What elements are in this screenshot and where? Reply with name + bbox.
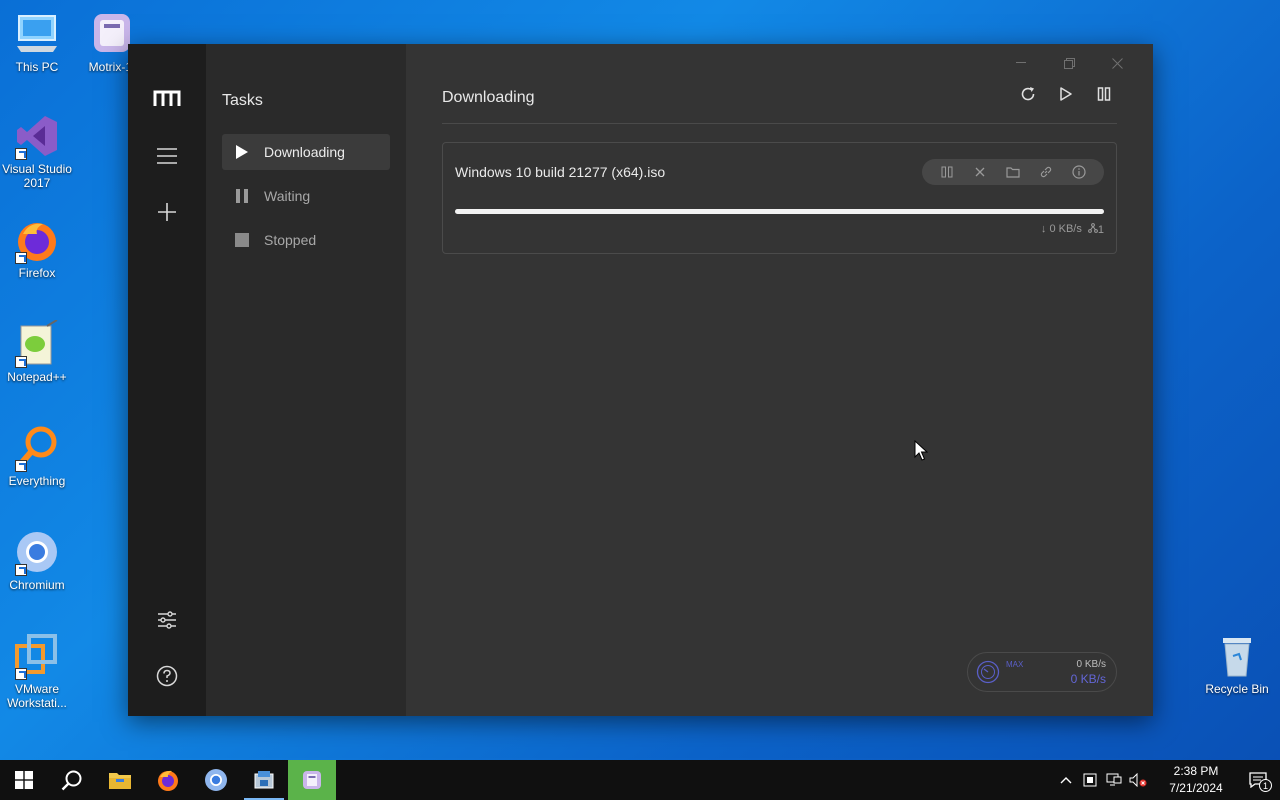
clock-time: 2:38 PM bbox=[1173, 764, 1219, 778]
folder-icon bbox=[109, 773, 131, 789]
add-task-icon[interactable] bbox=[152, 197, 182, 227]
desktop-icon-recycle-bin[interactable]: Recycle Bin bbox=[1197, 632, 1277, 696]
task-folder-icon[interactable] bbox=[1003, 162, 1023, 182]
mouse-cursor-icon bbox=[914, 439, 929, 467]
subnav-item-stopped[interactable]: Stopped bbox=[222, 222, 390, 258]
vmware-icon bbox=[13, 632, 61, 680]
taskbar-chromium[interactable] bbox=[192, 760, 240, 800]
notification-count: 1 bbox=[1259, 779, 1272, 792]
stop-icon bbox=[234, 232, 250, 248]
task-connections: 1 bbox=[1087, 223, 1104, 236]
pause-icon bbox=[234, 188, 250, 204]
everything-search-icon bbox=[13, 424, 61, 472]
network-icon[interactable] bbox=[1102, 760, 1126, 800]
taskbar-installer[interactable] bbox=[240, 760, 288, 800]
taskbar: 2:38 PM 7/21/2024 1 bbox=[0, 760, 1280, 800]
chromium-icon bbox=[13, 528, 61, 576]
firefox-icon bbox=[158, 770, 178, 791]
firefox-icon bbox=[13, 216, 61, 264]
preferences-icon[interactable] bbox=[152, 605, 182, 635]
speedometer-mode: MAX bbox=[1006, 660, 1024, 669]
tasks-subnav: Tasks Downloading Waiting Stopped bbox=[206, 44, 406, 716]
app-rail bbox=[128, 44, 206, 716]
system-tray: 2:38 PM 7/21/2024 1 bbox=[1054, 760, 1280, 800]
pause-all-icon[interactable] bbox=[1091, 81, 1117, 107]
desktop-icon-label: Visual Studio 2017 bbox=[2, 162, 72, 190]
chromium-icon bbox=[205, 769, 227, 791]
volume-muted-icon[interactable] bbox=[1126, 760, 1150, 800]
speedometer-gauge-icon bbox=[976, 660, 1000, 684]
menu-icon[interactable] bbox=[152, 141, 182, 171]
upload-speed: 0 KB/s bbox=[1076, 659, 1106, 670]
page-title: Downloading bbox=[442, 89, 535, 106]
header-actions bbox=[1015, 81, 1117, 107]
close-icon[interactable] bbox=[1093, 50, 1141, 76]
taskbar-clock[interactable]: 2:38 PM 7/21/2024 bbox=[1156, 763, 1236, 797]
desktop-icon-label: Notepad++ bbox=[7, 370, 67, 384]
window-controls bbox=[997, 50, 1141, 76]
tray-app-icon[interactable] bbox=[1078, 760, 1102, 800]
desktop-icon-label: VMware Workstati... bbox=[7, 682, 67, 710]
connections-icon bbox=[1087, 223, 1098, 233]
clock-date: 7/21/2024 bbox=[1169, 781, 1223, 795]
desktop-icon-firefox[interactable]: Firefox bbox=[0, 216, 77, 280]
refresh-icon[interactable] bbox=[1015, 81, 1041, 107]
notepadpp-icon bbox=[13, 319, 61, 368]
task-link-icon[interactable] bbox=[1036, 162, 1056, 182]
desktop-icon-chromium[interactable]: Chromium bbox=[0, 528, 77, 592]
subnav-item-label: Waiting bbox=[264, 188, 311, 204]
search-icon bbox=[61, 770, 82, 791]
computer-icon bbox=[13, 10, 61, 58]
task-info-icon[interactable] bbox=[1069, 162, 1089, 182]
visual-studio-icon bbox=[13, 112, 61, 160]
desktop-icon-label: This PC bbox=[15, 60, 59, 74]
help-icon[interactable] bbox=[152, 661, 182, 691]
task-toolbar bbox=[922, 159, 1104, 185]
subnav-item-waiting[interactable]: Waiting bbox=[222, 178, 390, 214]
resume-all-icon[interactable] bbox=[1053, 81, 1079, 107]
speedometer[interactable]: MAX 0 KB/s 0 KB/s bbox=[967, 652, 1117, 692]
play-icon bbox=[234, 144, 250, 160]
motrix-window: Tasks Downloading Waiting Stopped Downlo… bbox=[128, 44, 1153, 716]
speedometer-values: 0 KB/s 0 KB/s bbox=[1071, 657, 1106, 687]
desktop-icon-label: Firefox bbox=[18, 266, 56, 280]
tray-overflow-chevron-up-icon[interactable] bbox=[1054, 760, 1078, 800]
task-meta: ↓ 0 KB/s 1 bbox=[1041, 223, 1104, 236]
subnav-title: Tasks bbox=[222, 92, 263, 109]
subnav-item-label: Stopped bbox=[264, 232, 317, 248]
windows-logo-icon bbox=[15, 771, 33, 789]
subnav-item-downloading[interactable]: Downloading bbox=[222, 134, 390, 170]
motrix-icon bbox=[303, 771, 321, 789]
desktop-icon-label: Recycle Bin bbox=[1205, 682, 1269, 696]
action-center-button[interactable]: 1 bbox=[1236, 760, 1280, 800]
desktop-icon-everything[interactable]: Everything bbox=[0, 424, 77, 488]
task-delete-icon[interactable] bbox=[970, 162, 990, 182]
start-button[interactable] bbox=[0, 760, 48, 800]
subnav-item-label: Downloading bbox=[264, 144, 345, 160]
search-button[interactable] bbox=[48, 760, 96, 800]
desktop-icon-this-pc[interactable]: This PC bbox=[0, 10, 77, 74]
taskbar-file-explorer[interactable] bbox=[96, 760, 144, 800]
desktop-icon-label: Chromium bbox=[9, 578, 65, 592]
download-speed: 0 KB/s bbox=[1070, 672, 1106, 686]
desktop-icon-label: Everything bbox=[8, 474, 66, 488]
recycle-bin-icon bbox=[1213, 632, 1261, 680]
taskbar-firefox[interactable] bbox=[144, 760, 192, 800]
task-progress-fill bbox=[455, 209, 1104, 214]
app-logo bbox=[152, 84, 182, 114]
taskbar-motrix[interactable] bbox=[288, 760, 336, 800]
maximize-icon[interactable] bbox=[1045, 50, 1093, 76]
desktop-icon-vmware[interactable]: VMware Workstati... bbox=[0, 632, 77, 710]
main-panel: Downloading Windows 10 build 21277 (x64)… bbox=[406, 44, 1153, 716]
desktop-icon-visual-studio[interactable]: Visual Studio 2017 bbox=[0, 112, 77, 190]
desktop-icon-notepadpp[interactable]: Notepad++ bbox=[0, 319, 77, 384]
minimize-icon[interactable] bbox=[997, 50, 1045, 76]
task-item[interactable]: Windows 10 build 21277 (x64).iso ↓ 0 KB/… bbox=[442, 142, 1117, 254]
installer-icon bbox=[254, 771, 274, 789]
task-speed: ↓ 0 KB/s bbox=[1040, 223, 1082, 235]
task-pause-icon[interactable] bbox=[937, 162, 957, 182]
task-progress-bar bbox=[455, 209, 1104, 214]
task-connections-count: 1 bbox=[1097, 224, 1104, 236]
